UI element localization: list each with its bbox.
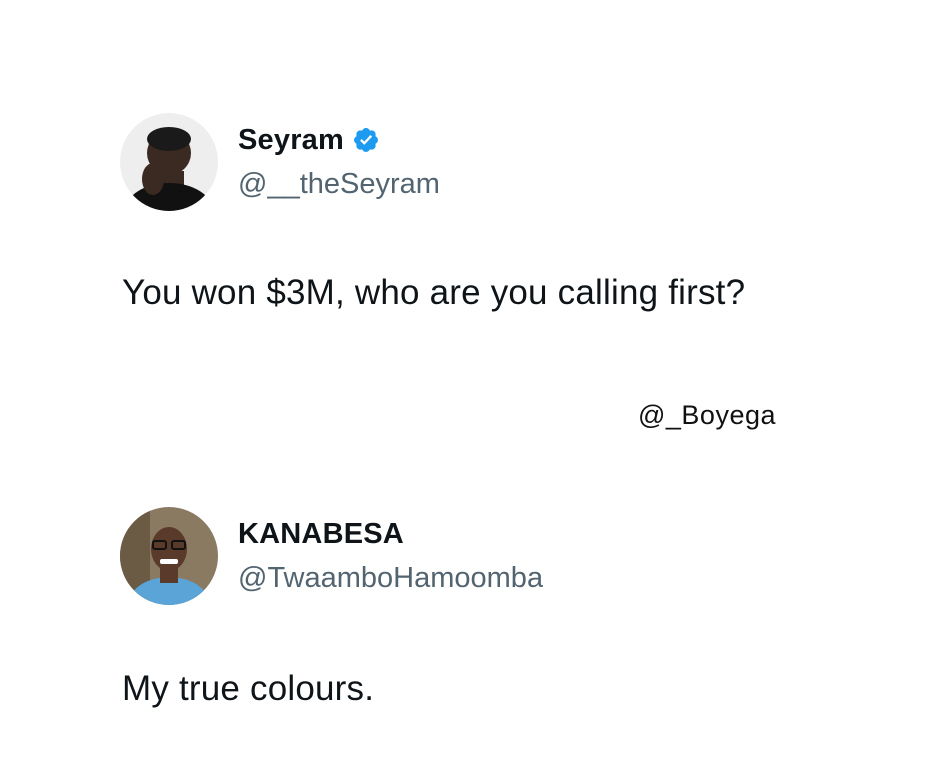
avatar-photo-seyram xyxy=(120,113,218,211)
user-info: Seyram @__theSeyram xyxy=(238,122,440,202)
tweet-text: My true colours. xyxy=(122,669,375,708)
user-info: KANABESA @TwaamboHamoomba xyxy=(238,516,543,596)
avatar-photo-kanabesa xyxy=(120,507,218,605)
display-name[interactable]: KANABESA xyxy=(238,516,404,552)
tweet-2-header: KANABESA @TwaamboHamoomba xyxy=(120,507,543,605)
tweet-text: You won $3M, who are you calling first? xyxy=(122,273,746,312)
watermark: @_Boyega xyxy=(638,400,776,430)
avatar[interactable] xyxy=(120,507,218,605)
display-name-row: KANABESA xyxy=(238,516,543,552)
user-handle[interactable]: @TwaamboHamoomba xyxy=(238,560,543,596)
display-name[interactable]: Seyram xyxy=(238,122,344,158)
display-name-row: Seyram xyxy=(238,122,440,158)
tweet-1-header: Seyram @__theSeyram xyxy=(120,113,440,211)
verified-badge-icon xyxy=(354,128,378,152)
avatar[interactable] xyxy=(120,113,218,211)
user-handle[interactable]: @__theSeyram xyxy=(238,166,440,202)
